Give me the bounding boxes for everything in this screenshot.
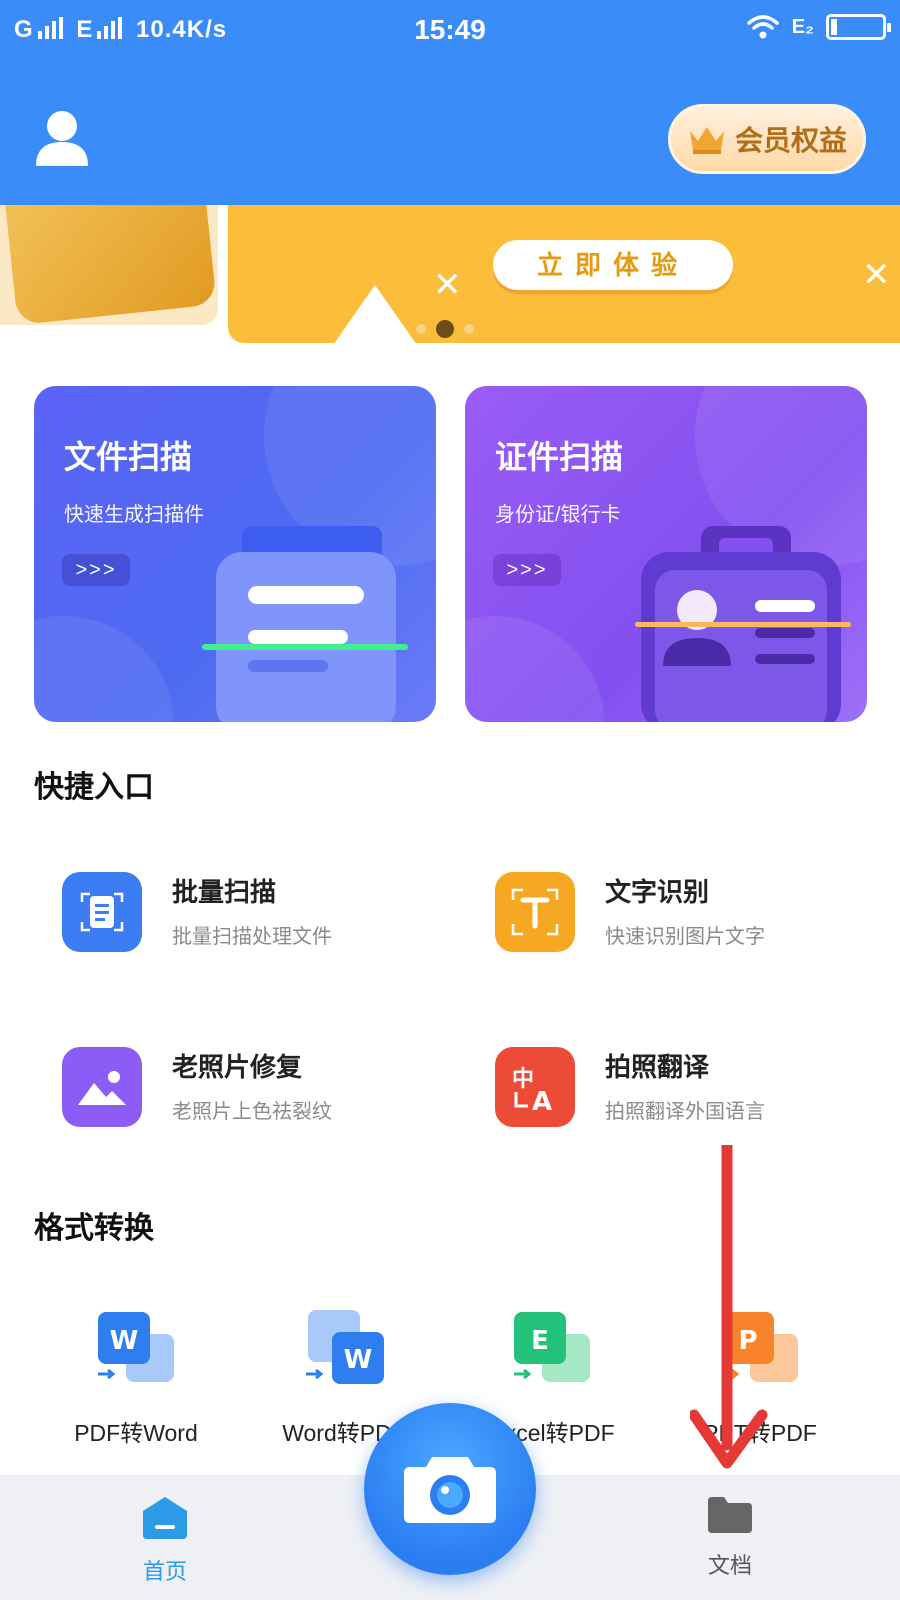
id-scan-card[interactable]: 证件扫描 身份证/银行卡 >>> [465,386,867,722]
card-title: 证件扫描 [495,439,624,475]
card-arrow-chevrons: >>> [62,554,130,586]
card-subtitle: 身份证/银行卡 [495,504,621,526]
annotation-arrow [690,1145,768,1469]
battery-icon [826,14,891,40]
entry-name: 批量扫描 [172,877,277,907]
wifi-icon [747,15,779,39]
sparkle-icon: ✕ [433,266,462,304]
card-decoration [34,616,174,722]
card-title: 文件扫描 [64,439,193,475]
card-subtitle: 快速生成扫描件 [64,504,204,526]
vip-benefits-button[interactable]: 会员权益 [668,104,866,174]
quick-entry-text-recognition[interactable]: 文字识别 快速识别图片文字 [495,866,875,956]
status-bar: G E 10.4K/s 15:49 E₂ [0,10,900,50]
quick-entry-heading: 快捷入口 [34,771,154,804]
user-avatar-icon[interactable] [34,108,90,168]
pdf-to-word-icon: W [98,1312,174,1382]
camera-icon [404,1457,496,1523]
nav-home-label: 首页 [142,1559,187,1584]
word-to-pdf-icon: W [306,1310,384,1384]
app-header: G E 10.4K/s 15:49 E₂ 会员权益 [0,0,900,205]
id-card-illustration [635,526,851,722]
card-decoration [465,616,605,722]
quick-entry-photo-restore[interactable]: 老照片修复 老照片上色祛裂纹 [62,1041,442,1131]
photo-translate-icon: 中A [495,1047,575,1127]
entry-name: 老照片修复 [172,1052,303,1082]
network-type: E₂ [791,15,814,38]
batch-scan-icon [62,872,142,952]
card-arrow-chevrons: >>> [493,554,561,586]
svg-text:A: A [532,1087,552,1114]
status-right: E₂ [746,14,891,40]
nav-home-tab[interactable]: 首页 [135,1495,195,1586]
banner-triangle-decoration [333,285,417,343]
photo-restore-icon [62,1047,142,1127]
banner-slide-previous[interactable] [0,205,218,325]
entry-desc: 快速识别图片文字 [605,926,765,948]
convert-pdf-to-word[interactable]: W PDF转Word [36,1310,236,1446]
crown-icon [689,127,724,154]
entry-desc: 批量扫描处理文件 [172,926,332,948]
carousel-dot [416,324,426,334]
home-icon [143,1497,187,1539]
svg-text:W: W [110,1326,139,1356]
carousel-dot [464,324,474,334]
svg-text:W: W [344,1345,373,1375]
convert-label: PDF转Word [74,1420,198,1446]
text-recognition-icon [495,872,575,952]
svg-text:E: E [531,1326,549,1356]
nav-documents-tab[interactable]: 文档 [700,1495,760,1580]
camera-capture-button[interactable] [364,1403,536,1575]
quick-entry-batch-scan[interactable]: 批量扫描 批量扫描处理文件 [62,866,442,956]
carousel-indicator [416,320,474,338]
vip-benefits-label: 会员权益 [734,125,847,156]
quick-entry-photo-translate[interactable]: 中A 拍照翻译 拍照翻译外国语言 [495,1041,875,1131]
entry-name: 文字识别 [605,877,710,907]
svg-text:中: 中 [512,1067,534,1092]
banner-slide-current[interactable]: ✕ ✕ 立即体验 [228,205,900,343]
carousel-dot-active [436,320,454,338]
format-conversion-heading: 格式转换 [34,1212,154,1245]
entry-desc: 老照片上色祛裂纹 [172,1101,332,1123]
try-now-button[interactable]: 立即体验 [493,240,733,290]
document-scan-card[interactable]: 文件扫描 快速生成扫描件 >>> [34,386,436,722]
entry-desc: 拍照翻译外国语言 [605,1101,765,1123]
banner-gold-graphic [3,205,217,325]
sparkle-icon: ✕ [862,256,891,294]
document-scan-illustration [202,526,408,722]
entry-name: 拍照翻译 [605,1052,710,1082]
folder-icon [708,1497,752,1533]
excel-to-pdf-icon: E [514,1312,590,1382]
nav-documents-label: 文档 [707,1553,752,1578]
